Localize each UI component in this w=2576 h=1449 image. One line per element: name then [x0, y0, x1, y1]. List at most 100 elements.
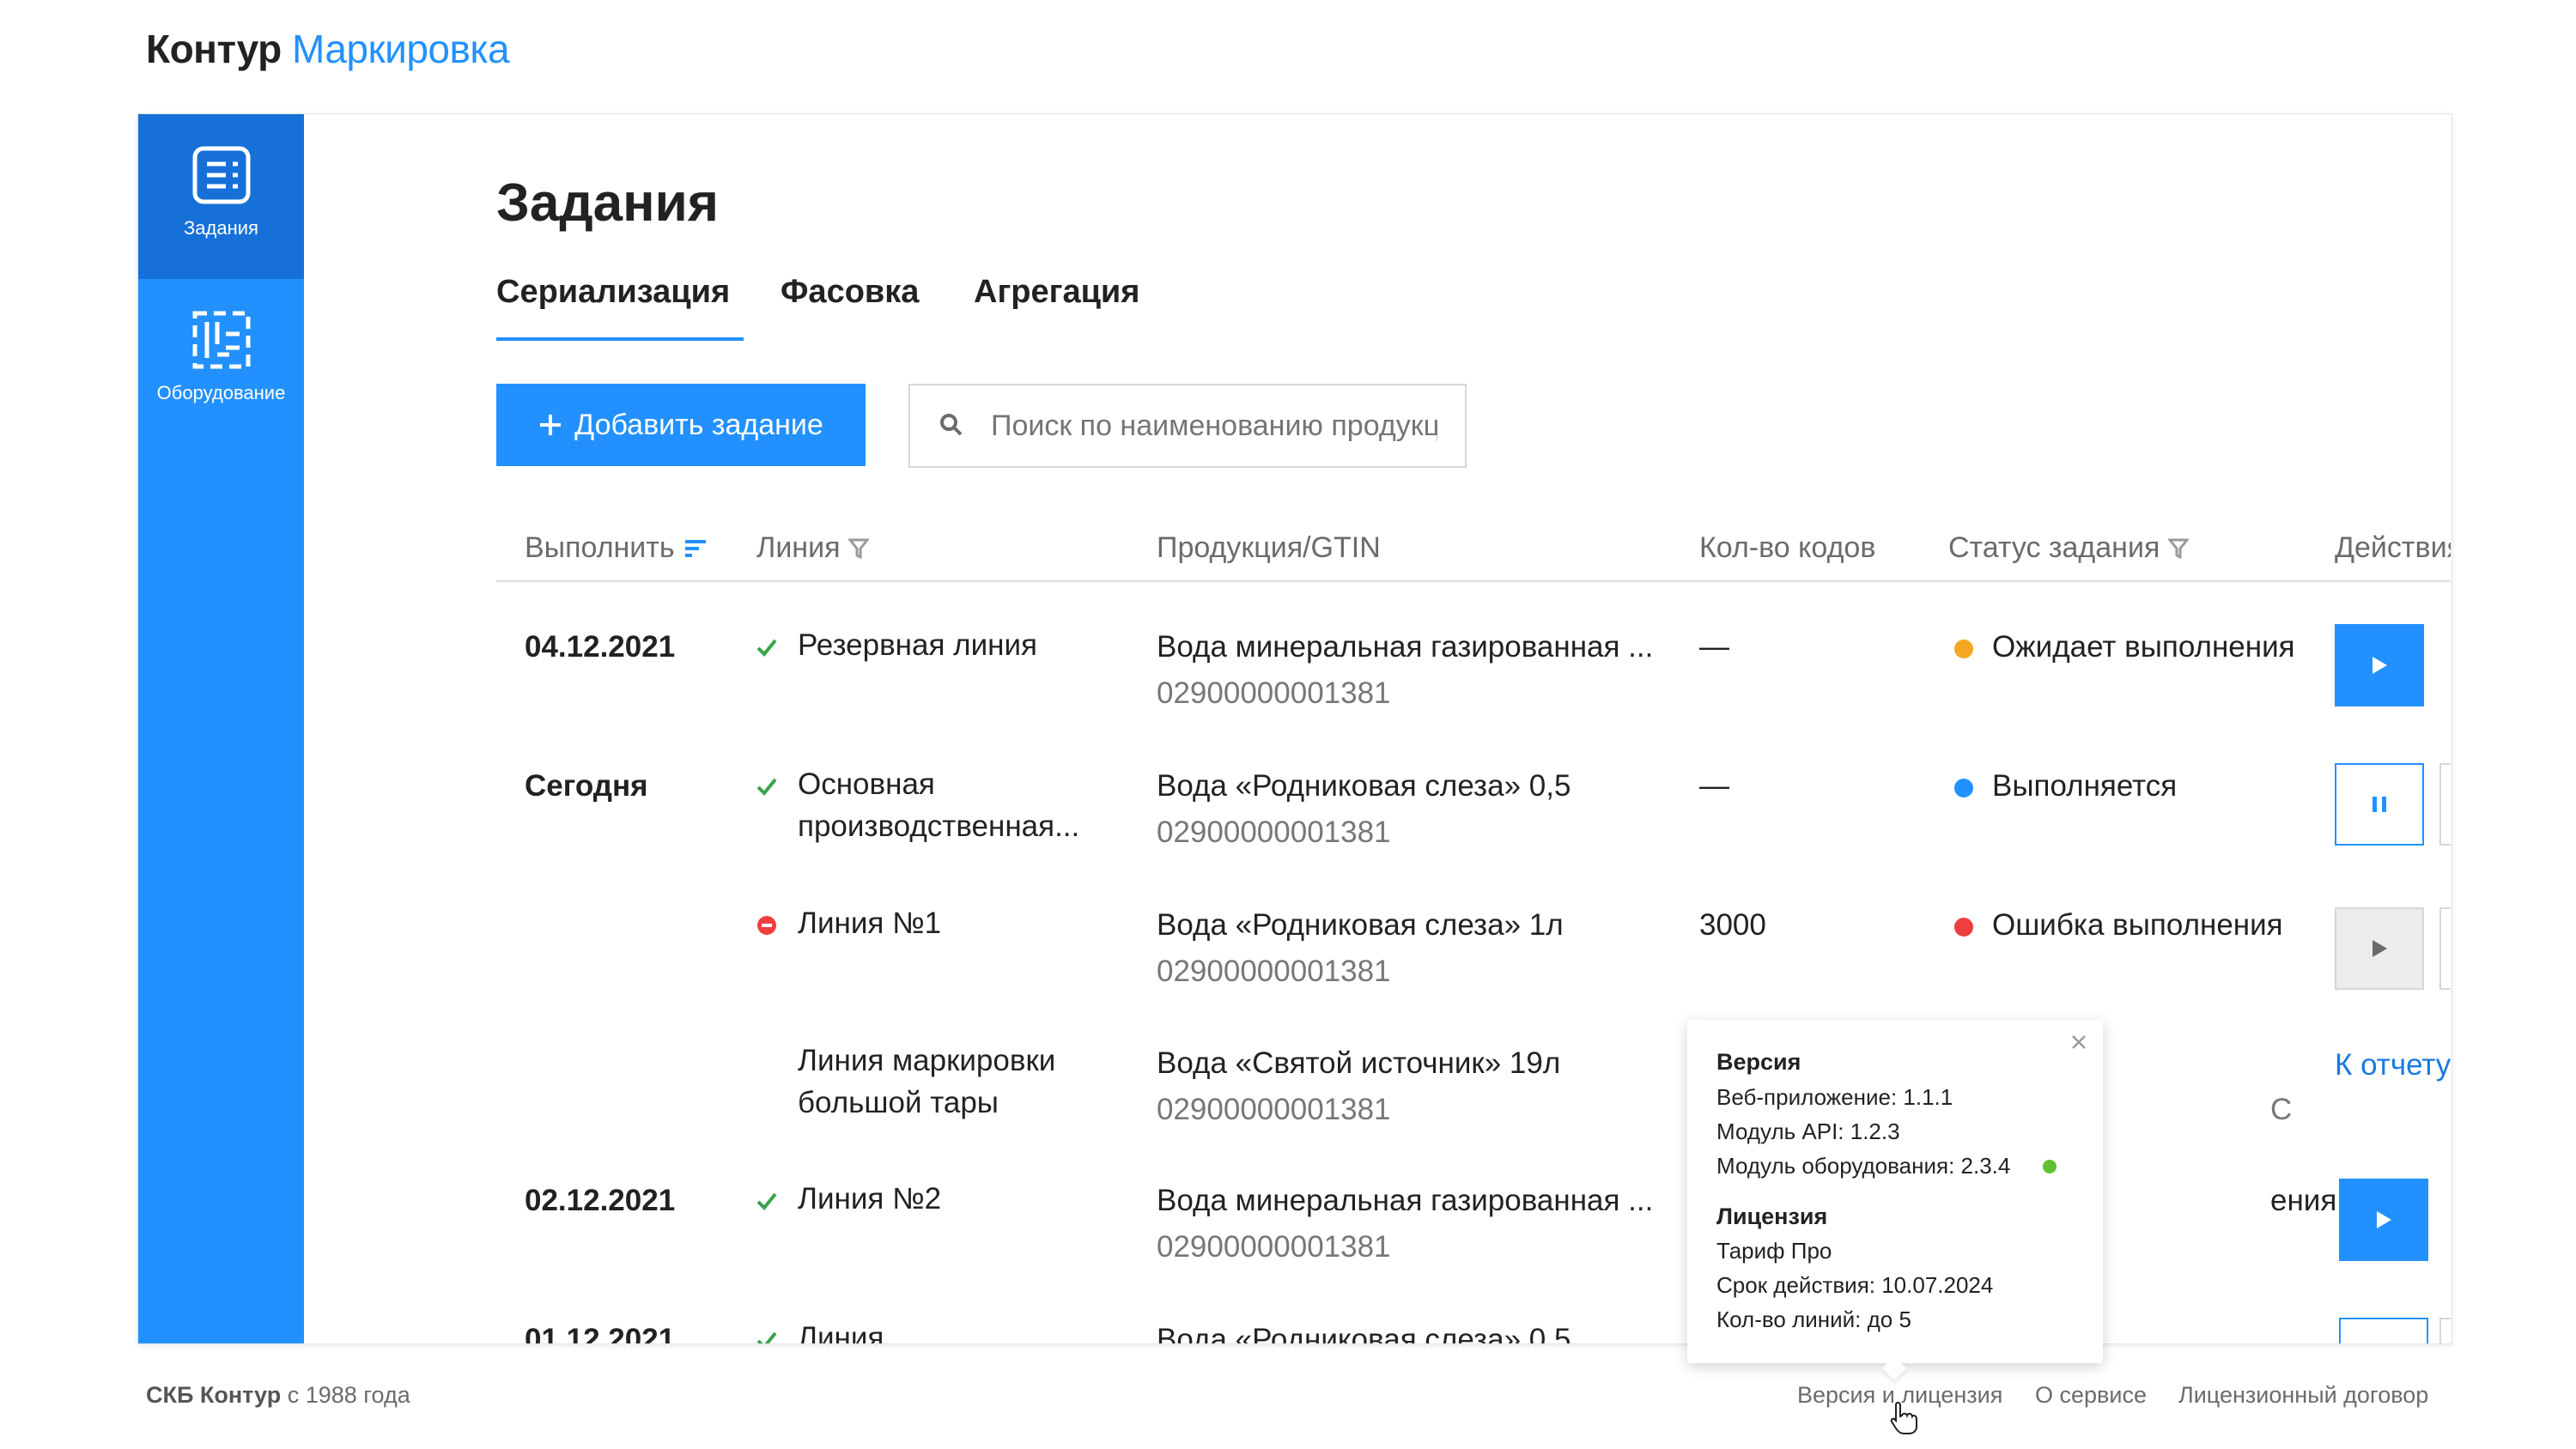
- tab-aggregation[interactable]: Агрегация: [974, 274, 1139, 311]
- pause-icon: [2372, 797, 2386, 812]
- version-title: Версия: [1716, 1049, 1801, 1075]
- tab-serialization[interactable]: Сериализация: [496, 274, 730, 311]
- row-gtin: 02900000001381: [1157, 955, 1391, 988]
- row-gtin: 02900000001381: [1157, 676, 1391, 710]
- start-button[interactable]: [2335, 624, 2424, 706]
- check-icon: [756, 1192, 777, 1210]
- sidebar-item-label: Оборудование: [156, 382, 286, 403]
- stop-button[interactable]: [2439, 907, 2451, 990]
- version-line: Модуль API: 1.2.3: [1716, 1119, 1900, 1144]
- row-status: Выполняется: [1992, 769, 2178, 803]
- footer-link-about[interactable]: О сервисе: [2035, 1382, 2147, 1409]
- stop-button[interactable]: [2439, 763, 2451, 846]
- sidebar: Задания Оборудование: [138, 114, 304, 1343]
- row-product[interactable]: Вода «Родниковая слеза» 0,5: [1157, 1319, 1571, 1343]
- status-dot-error: [1954, 918, 1973, 937]
- row-gtin: 02900000001381: [1157, 815, 1391, 849]
- row-line-continued: большой тары: [798, 1086, 999, 1119]
- row-product[interactable]: Вода «Родниковая слеза» 0,5: [1157, 766, 1571, 807]
- row-date: Сегодня: [525, 769, 648, 803]
- main-panel: Задания Оборудование Задания Сериализаци…: [137, 113, 2452, 1344]
- footer-link-license[interactable]: Лицензионный договор: [2178, 1382, 2428, 1409]
- row-status-fragment: ения: [2270, 1184, 2337, 1217]
- status-dot-running: [1954, 779, 1973, 797]
- tasks-list-icon: [192, 146, 250, 204]
- sidebar-item-tasks[interactable]: Задания: [138, 114, 304, 279]
- license-line: Тариф Про: [1716, 1238, 1832, 1264]
- column-header-label: Линия: [756, 531, 841, 564]
- start-button-disabled[interactable]: [2335, 907, 2424, 990]
- check-icon: [756, 639, 777, 657]
- table-header-divider: [496, 580, 2451, 582]
- page-title: Задания: [496, 173, 719, 233]
- play-icon: [2372, 940, 2387, 957]
- pause-button[interactable]: [2335, 763, 2424, 846]
- row-line: Линия №2: [798, 1182, 942, 1216]
- add-task-button[interactable]: Добавить задание: [496, 384, 866, 466]
- row-status: Ошибка выполнения: [1992, 908, 2283, 942]
- license-line: Кол-во линий: до 5: [1716, 1307, 1911, 1332]
- plus-icon: [540, 415, 562, 435]
- column-header-status[interactable]: Статус задания: [1948, 531, 2190, 565]
- status-dot-waiting: [1954, 640, 1973, 658]
- row-line-continued: производственная...: [798, 809, 1080, 843]
- version-line: Модуль оборудования: 2.3.4: [1716, 1153, 2011, 1179]
- sidebar-item-label: Задания: [184, 217, 258, 239]
- row-product[interactable]: Вода «Родниковая слеза» 1л: [1157, 905, 1564, 946]
- add-task-label: Добавить задание: [574, 408, 823, 441]
- stop-button[interactable]: [2439, 1318, 2451, 1343]
- row-codes: —: [1699, 630, 1729, 664]
- row-gtin: 02900000001381: [1157, 1230, 1391, 1264]
- column-header-label: Выполнить: [525, 531, 675, 564]
- row-date: 04.12.2021: [525, 630, 676, 664]
- row-date: 01.12.2021: [525, 1323, 676, 1343]
- filter-icon[interactable]: [848, 537, 870, 560]
- app-logo[interactable]: Контур Маркировка: [146, 26, 510, 72]
- logo-brand: Контур: [146, 27, 282, 71]
- play-icon: [2377, 1211, 2391, 1228]
- footer-company: СКБ Контур: [146, 1382, 282, 1408]
- start-button[interactable]: [2339, 1179, 2428, 1261]
- equipment-barcode-icon: [192, 311, 250, 369]
- sidebar-item-equipment[interactable]: Оборудование: [138, 279, 304, 444]
- active-tab-indicator: [496, 337, 744, 341]
- search-box[interactable]: [908, 384, 1467, 468]
- column-header-line[interactable]: Линия: [756, 531, 870, 565]
- row-product[interactable]: Вода минеральная газированная ...: [1157, 1180, 1653, 1222]
- row-line: Резервная линия: [798, 628, 1037, 662]
- footer-since: с 1988 года: [287, 1382, 410, 1408]
- search-input[interactable]: [989, 403, 1439, 449]
- pause-button[interactable]: [2339, 1318, 2428, 1343]
- row-date: 02.12.2021: [525, 1184, 676, 1217]
- content-area: Задания Сериализация Фасовка Агрегация Д…: [304, 114, 2451, 1343]
- license-title: Лицензия: [1716, 1203, 1828, 1229]
- report-link-label: К отчету: [2335, 1048, 2451, 1082]
- row-line: Основная: [798, 767, 935, 801]
- play-icon: [2372, 657, 2387, 674]
- logo-product: Маркировка: [292, 27, 510, 71]
- column-header-execute[interactable]: Выполнить: [525, 531, 708, 565]
- check-icon: [756, 778, 777, 796]
- license-line: Срок действия: 10.07.2024: [1716, 1272, 1994, 1298]
- tab-packing[interactable]: Фасовка: [781, 274, 919, 311]
- row-line: Линия маркировки: [798, 1044, 1056, 1077]
- version-line: Веб-приложение: 1.1.1: [1716, 1084, 1953, 1110]
- filter-icon[interactable]: [2168, 537, 2190, 560]
- row-product[interactable]: Вода «Святой источник» 19л: [1157, 1043, 1560, 1084]
- row-line: Линия: [798, 1321, 884, 1343]
- row-gtin: 02900000001381: [1157, 1093, 1391, 1126]
- column-header-product: Продукция/GTIN: [1157, 531, 1381, 564]
- sort-icon[interactable]: [683, 537, 708, 561]
- version-license-popup: Версия Веб-приложение: 1.1.1 Модуль API:…: [1687, 1020, 2103, 1363]
- error-icon: [757, 916, 776, 935]
- hand-cursor-icon: [1890, 1401, 1917, 1434]
- row-product[interactable]: Вода минеральная газированная ...: [1157, 627, 1653, 668]
- report-link[interactable]: К отчету: [2335, 1048, 2451, 1082]
- status-ok-dot: [2043, 1160, 2057, 1173]
- row-status: Ожидает выполнения: [1992, 630, 2295, 664]
- column-header-codes: Кол-во кодов: [1699, 531, 1876, 564]
- row-line: Линия №1: [798, 906, 942, 940]
- close-icon[interactable]: [2070, 1034, 2087, 1051]
- row-codes: 3000: [1699, 908, 1766, 942]
- row-codes: —: [1699, 769, 1729, 803]
